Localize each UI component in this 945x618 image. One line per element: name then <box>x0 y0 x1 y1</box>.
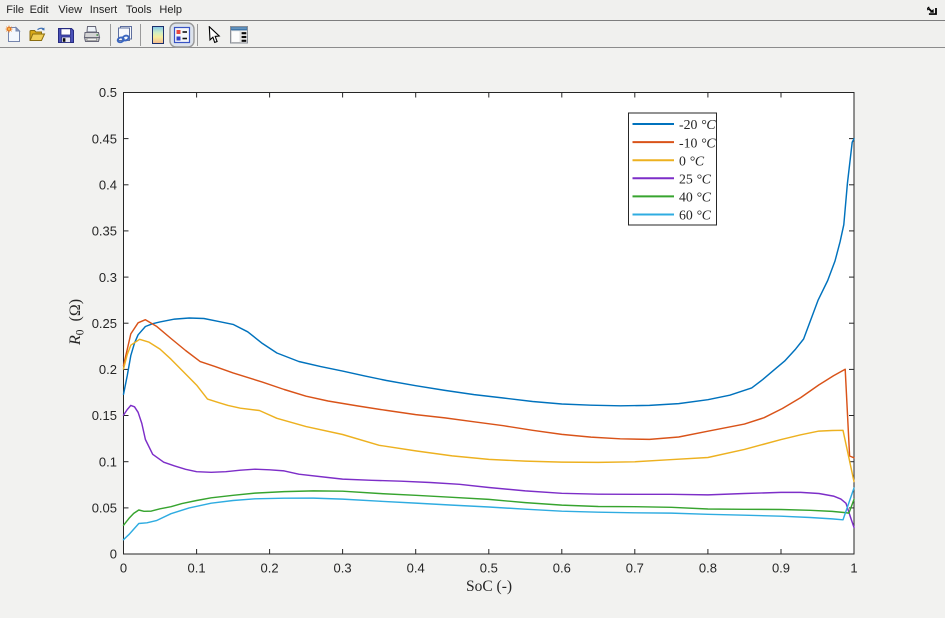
svg-text:0.45: 0.45 <box>92 131 117 146</box>
svg-text:0: 0 <box>110 547 117 562</box>
svg-text:-10 °C: -10 °C <box>679 135 716 150</box>
svg-text:0.9: 0.9 <box>772 561 790 576</box>
svg-text:0.1: 0.1 <box>99 454 117 469</box>
svg-text:0.3: 0.3 <box>334 561 352 576</box>
svg-text:R0 (Ω): R0 (Ω) <box>67 299 87 346</box>
svg-text:0.4: 0.4 <box>407 561 425 576</box>
svg-text:40 °C: 40 °C <box>679 190 712 205</box>
svg-text:0.5: 0.5 <box>99 85 117 100</box>
svg-text:0.2: 0.2 <box>261 561 279 576</box>
svg-text:0.8: 0.8 <box>699 561 717 576</box>
svg-text:0.6: 0.6 <box>553 561 571 576</box>
svg-text:0 °C: 0 °C <box>679 153 705 168</box>
svg-text:0.4: 0.4 <box>99 178 117 193</box>
svg-text:0.2: 0.2 <box>99 362 117 377</box>
svg-text:0.35: 0.35 <box>92 224 117 239</box>
svg-text:1: 1 <box>850 561 857 576</box>
svg-text:0.05: 0.05 <box>92 501 117 516</box>
svg-text:0: 0 <box>120 561 127 576</box>
svg-text:0.15: 0.15 <box>92 408 117 423</box>
svg-text:0.1: 0.1 <box>188 561 206 576</box>
svg-text:-20 °C: -20 °C <box>679 117 716 132</box>
svg-text:SoC (-): SoC (-) <box>466 578 512 595</box>
svg-text:0.5: 0.5 <box>480 561 498 576</box>
svg-text:60 °C: 60 °C <box>679 208 712 223</box>
svg-text:0.25: 0.25 <box>92 316 117 331</box>
svg-text:0.3: 0.3 <box>99 270 117 285</box>
svg-text:0.7: 0.7 <box>626 561 644 576</box>
svg-text:25 °C: 25 °C <box>679 172 712 187</box>
